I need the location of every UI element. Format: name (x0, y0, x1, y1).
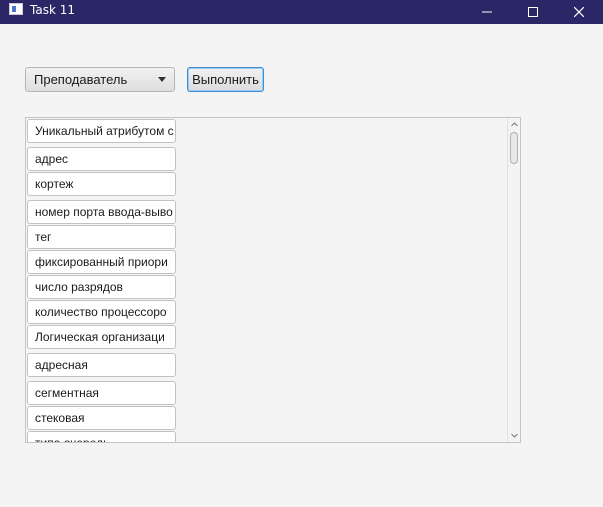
list-item[interactable]: тег (27, 225, 176, 249)
maximize-icon (528, 7, 538, 17)
list-item[interactable]: число разрядов (27, 275, 176, 299)
role-combobox-value: Преподаватель (34, 72, 128, 87)
list-item-text: адресная (35, 358, 88, 372)
minimize-button[interactable] (464, 0, 510, 24)
vertical-scrollbar[interactable] (507, 118, 520, 442)
list-item[interactable]: сегментная (27, 381, 176, 405)
chevron-down-icon (158, 77, 166, 82)
scroll-down-icon[interactable] (511, 432, 518, 439)
list-item-text: кортеж (35, 177, 74, 191)
list-item-text: тег (35, 230, 52, 244)
minimize-icon (482, 11, 492, 13)
list-item-text: количество процессоро (35, 305, 167, 319)
list-item[interactable]: номер порта ввода-выво (27, 200, 176, 224)
list-item-text: число разрядов (35, 280, 123, 294)
window-title: Task 11 (30, 3, 75, 17)
run-button[interactable]: Выполнить (187, 67, 264, 92)
scroll-thumb[interactable] (510, 132, 518, 164)
list-item-text: стековая (35, 411, 85, 425)
scroll-up-icon[interactable] (511, 121, 518, 128)
list-item[interactable]: стековая (27, 406, 176, 430)
role-combobox[interactable]: Преподаватель (25, 67, 175, 92)
maximize-button[interactable] (510, 0, 556, 24)
list-item[interactable]: Логическая организаци (27, 325, 176, 349)
list-item-text: Уникальный атрибутом с (35, 124, 174, 138)
list-item[interactable]: фиксированный приори (27, 250, 176, 274)
list-item[interactable]: типа очередь (27, 431, 176, 443)
results-list[interactable]: Уникальный атрибутом с адрес кортеж номер п… (25, 117, 521, 443)
close-button[interactable] (556, 0, 602, 24)
list-item-text: адрес (35, 152, 69, 166)
list-item[interactable]: адресная (27, 353, 176, 377)
list-item[interactable]: Уникальный атрибутом с (27, 119, 176, 143)
close-icon (574, 7, 584, 17)
app-icon (9, 3, 23, 15)
title-bar: Task 11 (0, 0, 603, 24)
list-item-text: Логическая организаци (35, 330, 165, 344)
list-item[interactable]: количество процессоро (27, 300, 176, 324)
list-item-text: фиксированный приори (35, 255, 168, 269)
list-item-text: сегментная (35, 386, 99, 400)
list-item-text: номер порта ввода-выво (35, 205, 173, 219)
list-item[interactable]: кортеж (27, 172, 176, 196)
list-item[interactable]: адрес (27, 147, 176, 171)
list-item-text: типа очередь (35, 436, 110, 443)
